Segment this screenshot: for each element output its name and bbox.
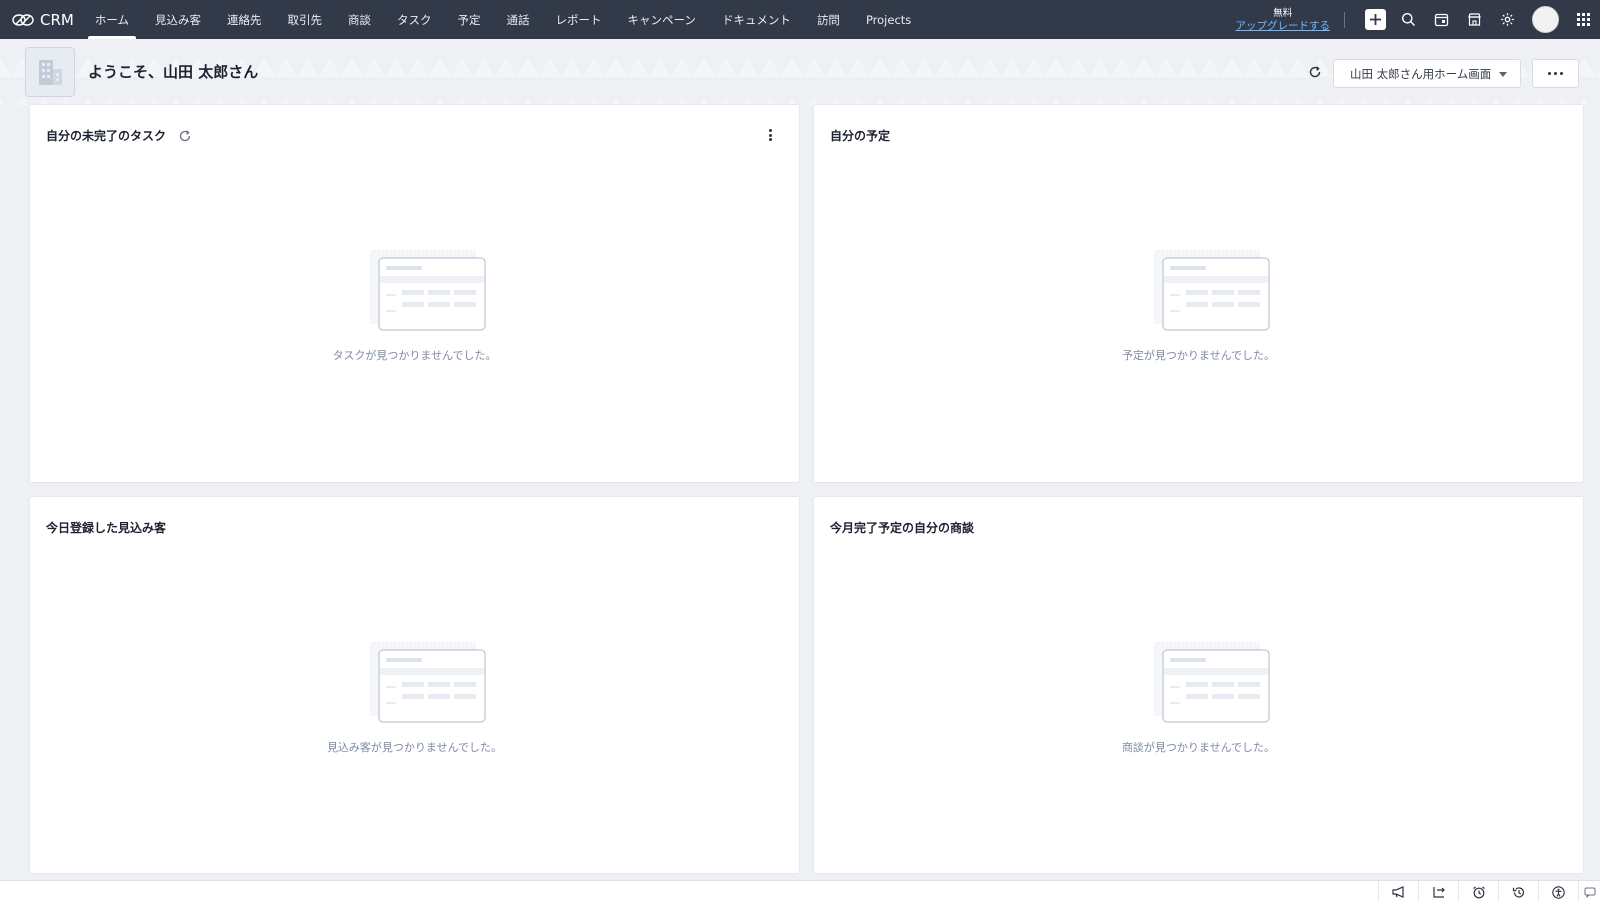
topbar-actions: 無料 アップグレードする bbox=[1236, 0, 1600, 39]
empty-state-message: タスクが見つかりませんでした。 bbox=[332, 349, 497, 362]
nav-item-leads[interactable]: 見込み客 bbox=[142, 0, 214, 39]
empty-state-illustration bbox=[370, 250, 488, 336]
plus-icon bbox=[1365, 9, 1386, 30]
nav-label: 連絡先 bbox=[227, 12, 262, 27]
crm-logo-icon bbox=[12, 13, 34, 26]
accessibility-icon bbox=[1552, 885, 1565, 899]
bottom-bar-icons bbox=[1378, 881, 1600, 902]
card-title-text: 今日登録した見込み客 bbox=[46, 521, 167, 535]
org-logo[interactable] bbox=[25, 47, 75, 97]
refresh-icon[interactable] bbox=[178, 129, 192, 143]
empty-state-message: 予定が見つかりませんでした。 bbox=[1121, 349, 1276, 362]
nav-item-reports[interactable]: レポート bbox=[543, 0, 615, 39]
chat-button[interactable] bbox=[1578, 881, 1600, 902]
refresh-icon bbox=[1309, 66, 1321, 78]
nav-item-home[interactable]: ホーム bbox=[82, 0, 142, 39]
nav-item-projects[interactable]: Projects bbox=[853, 0, 924, 39]
building-icon bbox=[39, 60, 62, 85]
nav-item-meetings[interactable]: 予定 bbox=[445, 0, 494, 39]
chevron-down-icon bbox=[1499, 72, 1507, 77]
card-title: 自分の予定 bbox=[830, 127, 890, 144]
nav-label: 取引先 bbox=[287, 12, 323, 27]
nav-item-tasks[interactable]: タスク bbox=[384, 0, 445, 39]
card-title: 今月完了予定の自分の商談 bbox=[830, 519, 974, 536]
brand-name: CRM bbox=[40, 10, 74, 29]
nav-label: レポート bbox=[555, 12, 602, 27]
settings-button[interactable] bbox=[1491, 0, 1524, 39]
nav-item-deals[interactable]: 商談 bbox=[335, 0, 384, 39]
main-nav: ホーム 見込み客 連絡先 取引先 商談 タスク 予定 通話 レポート キャンペー… bbox=[82, 0, 924, 39]
marketplace-button[interactable] bbox=[1458, 0, 1491, 39]
nav-item-campaigns[interactable]: キャンペーン bbox=[615, 0, 709, 39]
search-button[interactable] bbox=[1392, 0, 1425, 39]
crm-logo[interactable]: CRM bbox=[12, 11, 74, 29]
sync-icon bbox=[1432, 887, 1445, 898]
chat-icon bbox=[1584, 887, 1595, 898]
divider bbox=[1344, 11, 1345, 28]
dashboard-card-my-meetings: 自分の予定 予定が見つかりませんでした。 bbox=[813, 104, 1584, 483]
dashboard-card-open-tasks: 自分の未完了のタスク タスクが見つかりませんでした。 bbox=[29, 104, 800, 483]
upgrade-block: 無料 アップグレードする bbox=[1236, 8, 1331, 32]
history-icon bbox=[1512, 886, 1524, 898]
nav-label: 訪問 bbox=[816, 12, 840, 27]
card-title-text: 自分の予定 bbox=[830, 129, 891, 143]
apps-grid-icon bbox=[1577, 13, 1590, 26]
home-layout-select[interactable]: 山田 太郎さん用ホーム画面 bbox=[1333, 59, 1521, 88]
card-title: 自分の未完了のタスク bbox=[46, 127, 192, 144]
empty-state-illustration bbox=[1154, 642, 1272, 728]
card-menu-button[interactable] bbox=[765, 127, 775, 143]
announcements-button[interactable] bbox=[1378, 881, 1418, 902]
upgrade-link[interactable]: アップグレードする bbox=[1236, 20, 1331, 32]
top-navigation-bar: CRM ホーム 見込み客 連絡先 取引先 商談 タスク 予定 通話 レポート キ… bbox=[0, 0, 1600, 39]
nav-label: タスク bbox=[397, 12, 432, 27]
nav-item-calls[interactable]: 通話 bbox=[494, 0, 543, 39]
nav-label: 商談 bbox=[348, 12, 371, 27]
nav-item-accounts[interactable]: 取引先 bbox=[275, 0, 336, 39]
recent-items-button[interactable] bbox=[1498, 881, 1538, 902]
store-icon bbox=[1468, 13, 1481, 26]
welcome-heading: ようこそ、山田 太郎さん bbox=[88, 63, 259, 81]
dashboard-card-todays-leads: 今日登録した見込み客 見込み客が見つかりませんでした。 bbox=[29, 496, 800, 874]
empty-state-message: 見込み客が見つかりませんでした。 bbox=[326, 741, 503, 754]
nav-label: ホーム bbox=[94, 12, 129, 27]
home-layout-value: 山田 太郎さん用ホーム画面 bbox=[1350, 66, 1492, 81]
nav-item-contacts[interactable]: 連絡先 bbox=[214, 0, 275, 39]
card-title-text: 今月完了予定の自分の商談 bbox=[830, 521, 975, 535]
more-options-button[interactable] bbox=[1532, 59, 1579, 88]
calendar-button[interactable] bbox=[1425, 0, 1458, 39]
apps-button[interactable] bbox=[1567, 0, 1600, 39]
empty-state-illustration bbox=[1154, 250, 1272, 336]
nav-label: 見込み客 bbox=[155, 12, 201, 27]
alarm-icon bbox=[1472, 886, 1485, 898]
nav-item-visits[interactable]: 訪問 bbox=[804, 0, 853, 39]
empty-state-message: 商談が見つかりませんでした。 bbox=[1121, 741, 1276, 754]
nav-label: ドキュメント bbox=[721, 12, 791, 27]
empty-state-illustration bbox=[370, 642, 488, 728]
refresh-button[interactable] bbox=[1306, 63, 1324, 81]
nav-label: キャンペーン bbox=[627, 12, 696, 27]
plan-label: 無料 bbox=[1273, 7, 1293, 19]
bottom-bar bbox=[0, 880, 1600, 902]
accessibility-button[interactable] bbox=[1538, 881, 1578, 902]
reminders-button[interactable] bbox=[1458, 881, 1498, 902]
gear-icon bbox=[1501, 13, 1514, 26]
megaphone-icon bbox=[1391, 886, 1404, 898]
dashboard-card-deals-closing-this-month: 今月完了予定の自分の商談 商談が見つかりませんでした。 bbox=[813, 496, 1584, 874]
card-title-text: 自分の未完了のタスク bbox=[46, 129, 167, 143]
nav-label: Projects bbox=[865, 12, 912, 27]
card-title: 今日登録した見込み客 bbox=[46, 519, 166, 536]
sync-button[interactable] bbox=[1418, 881, 1458, 902]
calendar-icon bbox=[1434, 13, 1449, 27]
nav-label: 通話 bbox=[506, 12, 530, 27]
nav-label: 予定 bbox=[457, 12, 481, 27]
create-button[interactable] bbox=[1359, 0, 1392, 39]
search-icon bbox=[1402, 13, 1415, 26]
avatar[interactable] bbox=[1532, 6, 1559, 33]
nav-item-documents[interactable]: ドキュメント bbox=[709, 0, 804, 39]
